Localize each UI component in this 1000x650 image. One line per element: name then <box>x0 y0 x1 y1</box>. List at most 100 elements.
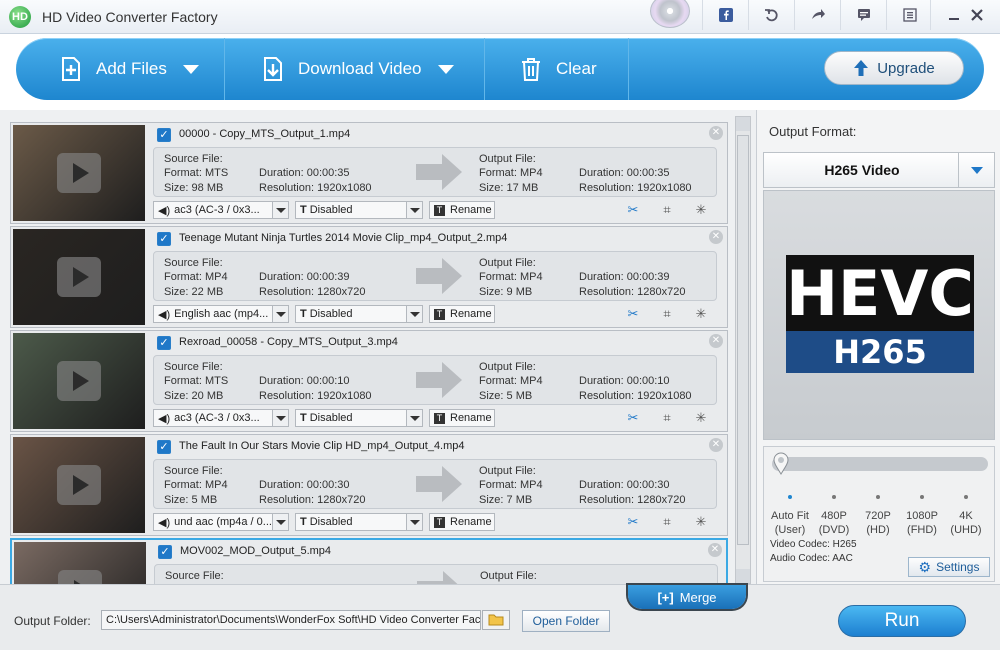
crop-icon[interactable]: ⌗ <box>659 306 675 322</box>
undo-icon[interactable] <box>748 0 794 30</box>
file-list-item[interactable]: ✓ The Fault In Our Stars Movie Clip HD_mp… <box>10 434 728 536</box>
cut-icon[interactable]: ✂ <box>625 306 641 322</box>
vertical-scrollbar[interactable] <box>735 116 751 584</box>
chevron-down-icon[interactable] <box>406 410 422 426</box>
output-folder-input[interactable]: C:\Users\Administrator\Documents\WonderF… <box>101 610 481 630</box>
merge-button[interactable]: [+] Merge <box>628 585 746 609</box>
source-file-label: Source File: <box>164 361 223 373</box>
effects-icon[interactable]: ✳ <box>693 514 709 530</box>
effects-icon[interactable]: ✳ <box>693 410 709 426</box>
quality-option[interactable]: 4K (UHD) <box>944 509 988 537</box>
format-preview[interactable]: HEVC H265 <box>763 190 995 440</box>
effects-icon[interactable]: ✳ <box>693 306 709 322</box>
crop-icon[interactable]: ⌗ <box>659 514 675 530</box>
crop-icon[interactable]: ⌗ <box>659 202 675 218</box>
chevron-down-icon[interactable] <box>272 306 288 322</box>
video-thumbnail[interactable] <box>13 125 145 221</box>
quality-option[interactable]: Auto Fit (User) <box>768 509 812 537</box>
quality-tick[interactable] <box>964 495 968 499</box>
chevron-down-icon[interactable] <box>406 202 422 218</box>
file-list-item[interactable]: ✓ MOV002_MOD_Output_5.mp4 ✕ Source File: Out… <box>10 538 728 584</box>
facebook-icon[interactable] <box>702 0 748 30</box>
cut-icon[interactable]: ✂ <box>625 410 641 426</box>
chevron-down-icon[interactable] <box>272 410 288 426</box>
audio-track-select[interactable]: ◀) ac3 (AC-3 / 0x3... <box>153 409 289 427</box>
remove-item-icon[interactable]: ✕ <box>709 438 723 452</box>
feedback-icon[interactable] <box>840 0 886 30</box>
cut-icon[interactable]: ✂ <box>625 202 641 218</box>
audio-track-select[interactable]: ◀) ac3 (AC-3 / 0x3... <box>153 201 289 219</box>
item-checkbox[interactable]: ✓ <box>157 128 171 142</box>
scroll-up-button[interactable] <box>736 117 750 131</box>
download-video-button[interactable]: Download Video <box>260 38 454 100</box>
scroll-down-button[interactable] <box>736 569 750 583</box>
item-checkbox[interactable]: ✓ <box>157 440 171 454</box>
remove-item-icon[interactable]: ✕ <box>709 126 723 140</box>
source-resolution-value: 1280x720 <box>317 286 366 298</box>
remove-item-icon[interactable]: ✕ <box>708 543 722 557</box>
play-icon[interactable] <box>57 153 101 193</box>
quality-slider-knob[interactable] <box>772 451 790 475</box>
subtitle-select[interactable]: T Disabled <box>295 305 423 323</box>
subtitle-select[interactable]: T Disabled <box>295 513 423 531</box>
remove-item-icon[interactable]: ✕ <box>709 230 723 244</box>
add-files-button[interactable]: Add Files <box>58 38 199 100</box>
rename-button[interactable]: T Rename <box>429 513 495 531</box>
output-resolution: Resolution: 1920x1080 <box>579 390 692 402</box>
rename-button[interactable]: T Rename <box>429 409 495 427</box>
settings-button[interactable]: ⚙ Settings <box>908 557 990 577</box>
chevron-down-icon[interactable] <box>272 202 288 218</box>
chevron-down-icon[interactable] <box>406 306 422 322</box>
video-thumbnail[interactable] <box>13 333 145 429</box>
upgrade-button[interactable]: Upgrade <box>824 51 964 85</box>
file-list-item[interactable]: ✓ Rexroad_00058 - Copy_MTS_Output_3.mp4 ✕ S… <box>10 330 728 432</box>
play-icon[interactable] <box>57 465 101 505</box>
rename-button[interactable]: T Rename <box>429 305 495 323</box>
clear-button[interactable]: Clear <box>518 38 597 100</box>
quality-tick[interactable] <box>920 495 924 499</box>
rename-button[interactable]: T Rename <box>429 201 495 219</box>
menu-icon[interactable] <box>886 0 932 30</box>
share-icon[interactable] <box>794 0 840 30</box>
subtitle-select[interactable]: T Disabled <box>295 409 423 427</box>
close-icon[interactable] <box>954 0 1000 30</box>
chevron-down-icon[interactable] <box>406 514 422 530</box>
quality-slider[interactable] <box>772 457 988 471</box>
crop-icon[interactable]: ⌗ <box>659 410 675 426</box>
source-duration-label: Duration: <box>259 271 304 283</box>
file-list-item[interactable]: ✓ Teenage Mutant Ninja Turtles 2014 Movie… <box>10 226 728 328</box>
file-list-item[interactable]: ✓ 00000 - Copy_MTS_Output_1.mp4 ✕ Source Fi… <box>10 122 728 224</box>
item-checkbox[interactable]: ✓ <box>157 232 171 246</box>
chevron-down-icon[interactable] <box>182 64 199 74</box>
file-name: 00000 - Copy_MTS_Output_1.mp4 <box>179 128 351 140</box>
quality-option[interactable]: 480P (DVD) <box>812 509 856 537</box>
quality-option[interactable]: 720P (HD) <box>856 509 900 537</box>
video-thumbnail[interactable] <box>13 437 145 533</box>
chevron-down-icon[interactable] <box>958 153 994 187</box>
video-thumbnail[interactable] <box>13 229 145 325</box>
cut-icon[interactable]: ✂ <box>625 514 641 530</box>
play-icon[interactable] <box>58 570 102 584</box>
run-button[interactable]: Run <box>838 605 966 637</box>
quality-tick[interactable] <box>832 495 836 499</box>
remove-item-icon[interactable]: ✕ <box>709 334 723 348</box>
quality-tick[interactable] <box>788 495 792 499</box>
effects-icon[interactable]: ✳ <box>693 202 709 218</box>
file-name: MOV002_MOD_Output_5.mp4 <box>180 545 332 557</box>
audio-track-select[interactable]: ◀) und aac (mp4a / 0... <box>153 513 289 531</box>
scroll-thumb[interactable] <box>737 135 749 545</box>
chevron-down-icon[interactable] <box>272 514 288 530</box>
video-thumbnail[interactable] <box>14 542 146 584</box>
chevron-down-icon[interactable] <box>437 64 454 74</box>
play-icon[interactable] <box>57 257 101 297</box>
open-folder-button[interactable]: Open Folder <box>522 610 610 632</box>
play-icon[interactable] <box>57 361 101 401</box>
output-format-select[interactable]: H265 Video <box>763 152 995 188</box>
quality-tick[interactable] <box>876 495 880 499</box>
subtitle-select[interactable]: T Disabled <box>295 201 423 219</box>
audio-track-select[interactable]: ◀) English aac (mp4... <box>153 305 289 323</box>
item-checkbox[interactable]: ✓ <box>158 545 172 559</box>
item-checkbox[interactable]: ✓ <box>157 336 171 350</box>
browse-folder-button[interactable] <box>482 610 510 630</box>
quality-option[interactable]: 1080P (FHD) <box>900 509 944 537</box>
